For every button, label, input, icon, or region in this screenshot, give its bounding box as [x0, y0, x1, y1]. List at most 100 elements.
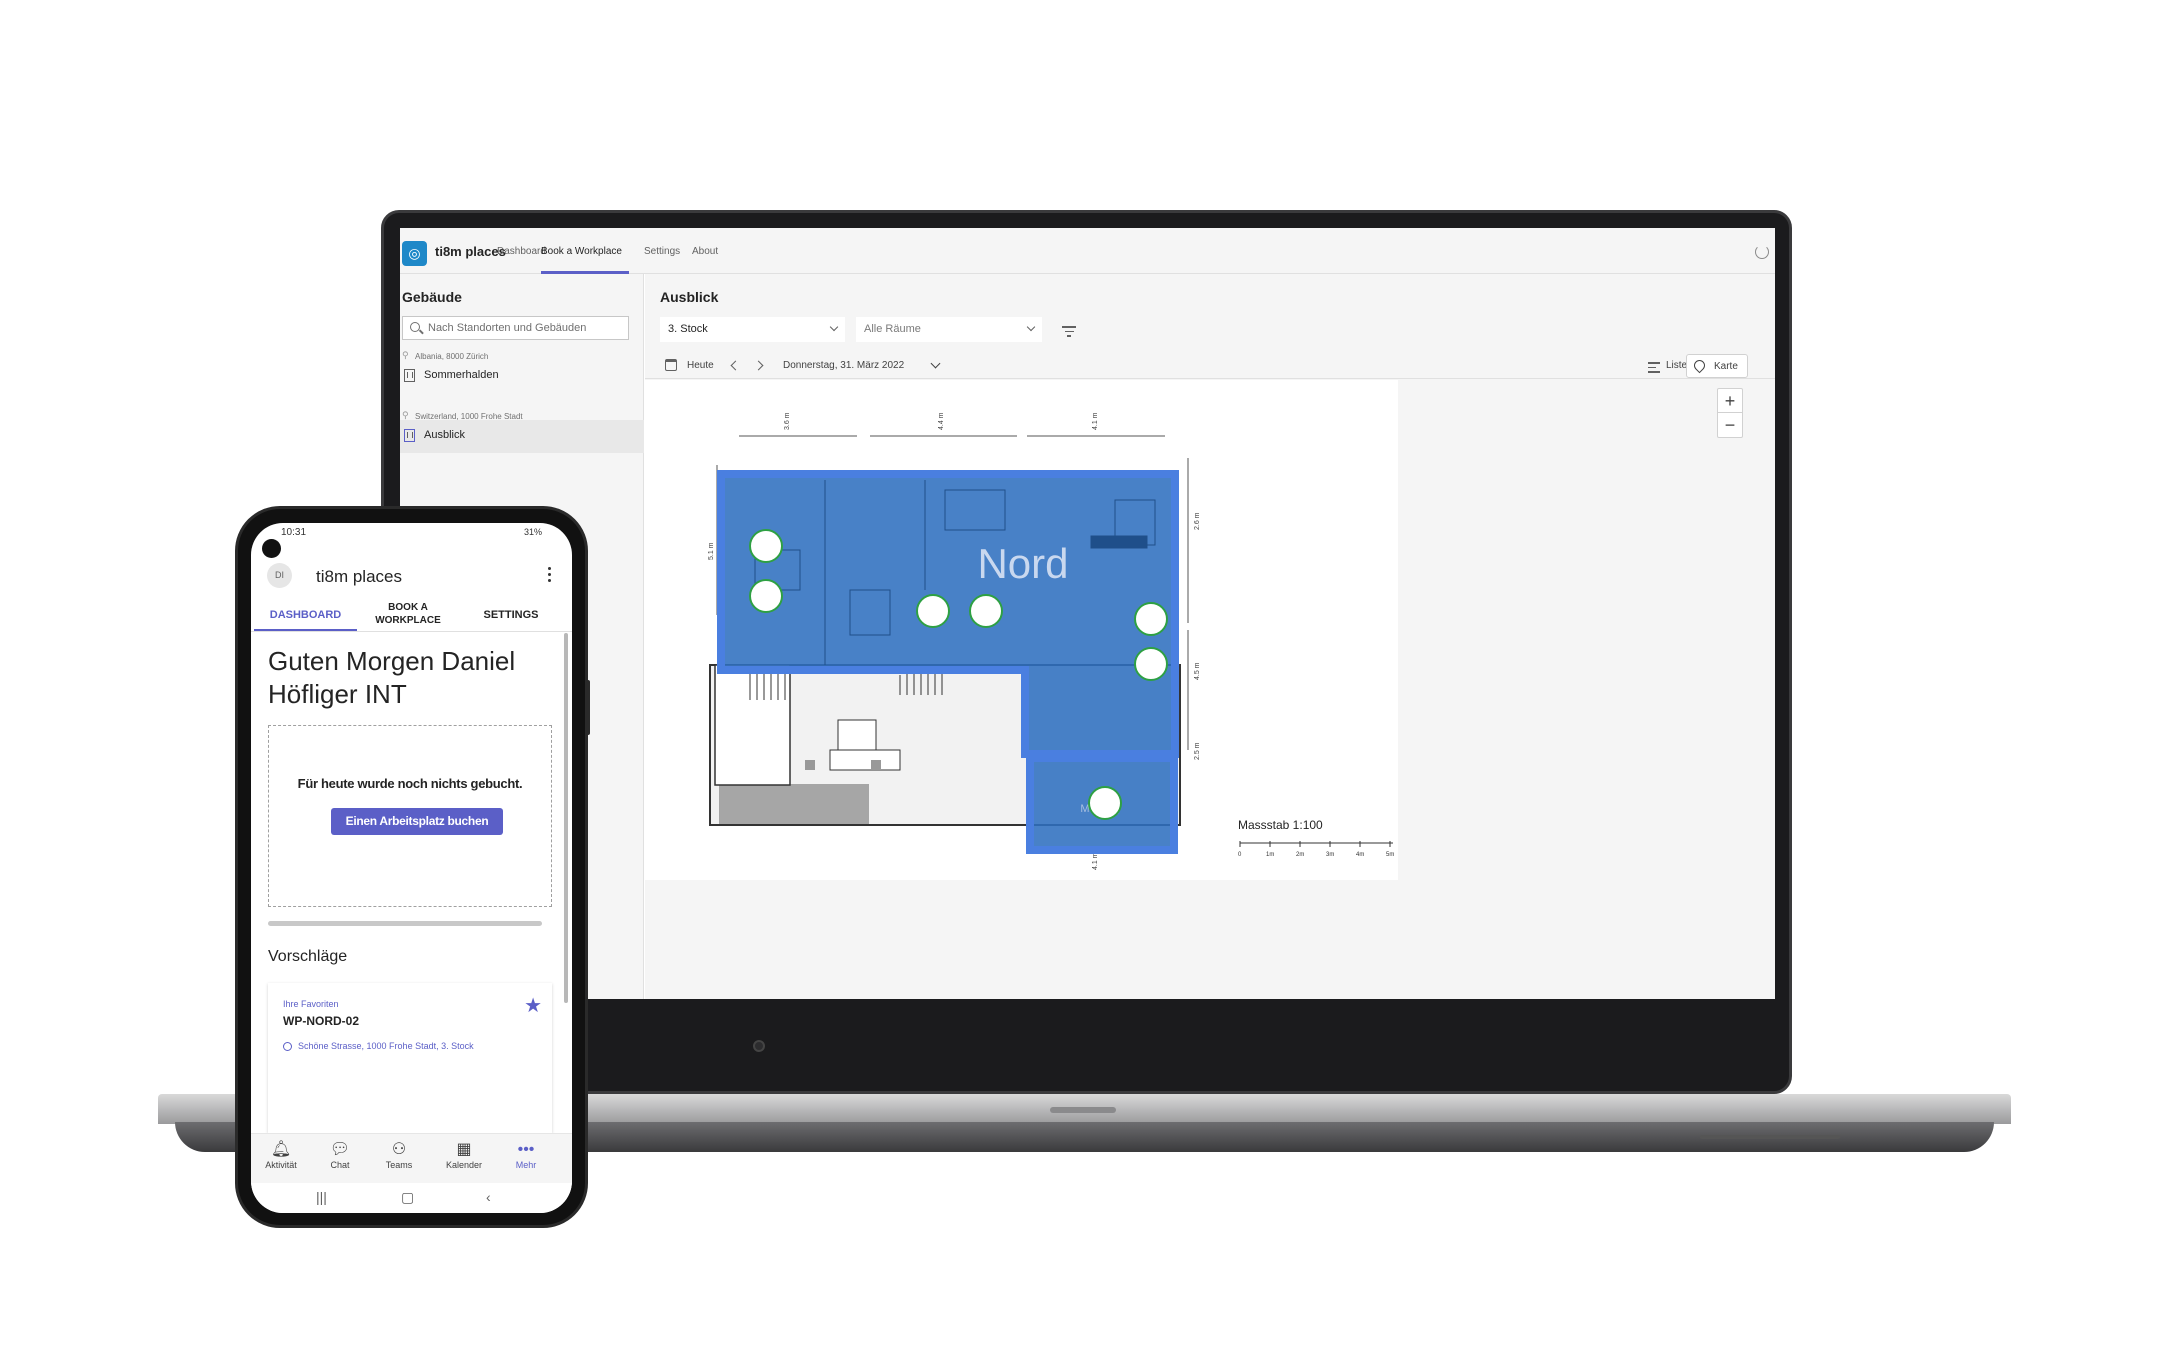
nav-label: Mehr [515, 1160, 537, 1170]
teams-icon: ⚇ [391, 1141, 407, 1158]
phone-tab-dashboard[interactable]: DASHBOARD [254, 609, 357, 621]
tab-about[interactable]: About [692, 246, 718, 257]
sidebar-item-ausblick[interactable]: Ausblick [400, 420, 644, 453]
tab-divider [251, 631, 572, 632]
workplace-address: Schöne Strasse, 1000 Frohe Stadt, 3. Sto… [298, 1041, 474, 1051]
sidebar-title: Gebäude [402, 289, 462, 305]
chevron-down-icon[interactable] [930, 358, 941, 369]
seat-marker[interactable] [749, 579, 783, 613]
scale-bar: 0 1m 2m 3m 4m 5m [1238, 841, 1394, 858]
table [837, 719, 877, 751]
phone-screen: 10:31 31% DI ti8m places DASHBOARD BOOK … [251, 523, 572, 1213]
nav-label: Teams [385, 1160, 413, 1170]
back-icon[interactable]: ‹ [486, 1189, 491, 1205]
zoom-control: + − [1717, 388, 1743, 438]
nav-item-more[interactable]: ••• Mehr [496, 1140, 556, 1170]
pillar [871, 760, 881, 770]
building-search-input[interactable]: Nach Standorten und Gebäuden [402, 316, 629, 340]
scale-tick: 5m [1386, 852, 1394, 858]
phone-tab-book-a-workplace[interactable]: BOOK A WORKPLACE [368, 601, 448, 627]
pillar [805, 760, 815, 770]
zone-nord-label: Nord [977, 540, 1068, 587]
greeting: Guten Morgen Daniel Höfliger INT [268, 646, 516, 709]
nav-item-chat[interactable]: 💬︎ Chat [310, 1140, 370, 1170]
tab-settings[interactable]: Settings [644, 246, 680, 257]
card-label: Ihre Favoriten [283, 999, 339, 1009]
dim-label: 5.1 m [708, 542, 715, 560]
seat-marker[interactable] [1134, 602, 1168, 636]
nav-item-activity[interactable]: 🔔︎ Aktivität [251, 1140, 311, 1170]
bottom-nav: 🔔︎ Aktivität 💬︎ Chat ⚇ Teams ▦ Kalender … [251, 1133, 572, 1183]
nav-item-teams[interactable]: ⚇ Teams [369, 1140, 429, 1170]
nav-label: Chat [330, 1160, 350, 1170]
location-icon [283, 1042, 292, 1051]
today-button[interactable]: Heute [687, 360, 714, 371]
floor-select-value: 3. Stock [668, 323, 708, 335]
search-placeholder: Nach Standorten und Gebäuden [428, 322, 587, 334]
tab-book-a-workplace[interactable]: Book a Workplace [541, 246, 622, 257]
system-nav-bar: ||| ▢ ‹ [251, 1183, 572, 1213]
bell-icon: 🔔︎ [270, 1141, 292, 1158]
refresh-icon[interactable] [1755, 245, 1769, 259]
phone-side-button [585, 680, 590, 735]
scale-tick: 4m [1356, 852, 1364, 858]
seat-marker[interactable] [969, 594, 1003, 628]
more-icon: ••• [517, 1141, 535, 1158]
more-options-icon[interactable] [548, 567, 552, 585]
seat-marker[interactable] [1088, 786, 1122, 820]
nav-label: Kalender [445, 1160, 483, 1170]
dim-label: 2.6 m [1194, 512, 1201, 530]
seat-marker[interactable] [749, 529, 783, 563]
view-list-button[interactable]: Liste [1666, 360, 1687, 371]
chevron-down-icon [1026, 322, 1036, 332]
star-icon[interactable]: ★ [524, 993, 542, 1018]
zoom-out-button[interactable]: − [1718, 413, 1742, 437]
date-picker[interactable]: Donnerstag, 31. März 2022 [783, 360, 904, 371]
filter-icon[interactable] [1062, 326, 1076, 337]
book-workplace-button[interactable]: Einen Arbeitsplatz buchen [331, 808, 503, 835]
avatar[interactable]: DI [267, 563, 292, 588]
dim-label: 4.1 m [1092, 412, 1099, 430]
recent-apps-icon[interactable]: ||| [316, 1189, 327, 1205]
nav-item-calendar[interactable]: ▦ Kalender [434, 1140, 494, 1170]
home-icon[interactable]: ▢ [401, 1189, 414, 1206]
balcony [719, 784, 869, 824]
seat-marker[interactable] [916, 594, 950, 628]
view-map-button[interactable]: Karte [1686, 354, 1748, 378]
floor-select[interactable]: 3. Stock [660, 317, 845, 342]
dim-label: 4.1 m [1092, 852, 1099, 870]
scale-tick: 1m [1266, 852, 1274, 858]
calendar-icon [665, 359, 677, 371]
bookings-empty-state: Für heute wurde noch nichts gebucht. Ein… [268, 725, 552, 907]
phone-tab-settings[interactable]: SETTINGS [461, 609, 561, 621]
nav-label: Aktivität [265, 1160, 297, 1170]
horizontal-scrollbar[interactable] [268, 921, 542, 926]
dim-label: 4.5 m [1194, 662, 1201, 680]
room-select[interactable]: Alle Räume [856, 317, 1042, 342]
list-icon [1648, 362, 1660, 376]
chevron-left-icon[interactable] [730, 360, 741, 371]
laptop-vent [1700, 1135, 1840, 1139]
vertical-scrollbar[interactable] [564, 633, 568, 1003]
building-icon [404, 369, 415, 382]
floor-plan-map[interactable]: 3.6 m 4.4 m 4.1 m 5.1 m 2.6 m 4.5 m 2.5 … [645, 380, 1398, 880]
zoom-in-button[interactable]: + [1718, 389, 1742, 413]
dim-label: 4.4 m [938, 412, 945, 430]
chat-icon: 💬︎ [329, 1141, 351, 1158]
search-icon [410, 322, 420, 332]
scale-tick: 3m [1326, 852, 1334, 858]
empty-text: Für heute wurde noch nichts gebucht. [297, 776, 523, 791]
dim-label: 2.5 m [1194, 742, 1201, 760]
sidebar-item-sommerhalden[interactable]: Sommerhalden [400, 360, 644, 393]
kitchen-counter [829, 749, 901, 771]
favorite-card[interactable]: Ihre Favoriten WP-NORD-02 Schöne Strasse… [268, 983, 552, 1133]
room-select-value: Alle Räume [864, 323, 921, 335]
page-title: Ausblick [660, 289, 719, 305]
view-map-label: Karte [1714, 361, 1738, 372]
main-content: Ausblick 3. Stock Alle Räume Heute Donne… [645, 274, 1775, 999]
chevron-right-icon[interactable] [753, 360, 764, 371]
seat-marker[interactable] [1134, 647, 1168, 681]
webcam [753, 1040, 765, 1052]
stair-area [714, 664, 791, 786]
tab-dashboard[interactable]: Dashboard [497, 246, 546, 257]
